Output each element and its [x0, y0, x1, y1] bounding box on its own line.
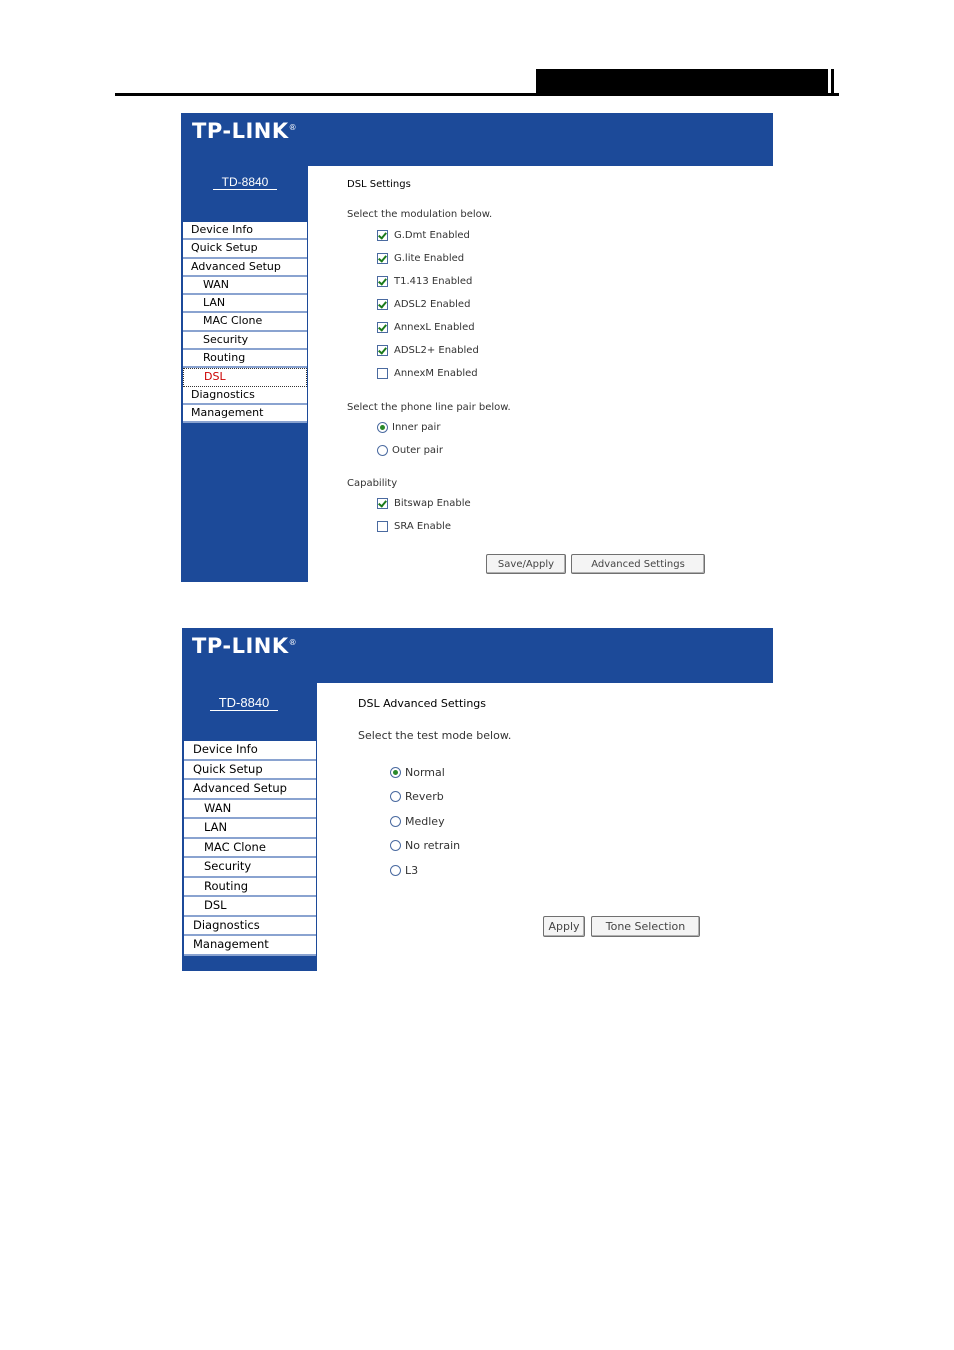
page-title: DSL Settings — [347, 179, 411, 190]
page-title: DSL Advanced Settings — [358, 697, 487, 710]
advanced-settings-button[interactable]: Advanced Settings — [571, 554, 705, 574]
modulation-option[interactable]: AnnexM Enabled — [377, 368, 478, 379]
dsl-settings-screenshot: TP-LINK® TD-8840 Device Info Quick Setup… — [181, 113, 773, 582]
tone-selection-button[interactable]: Tone Selection — [591, 916, 700, 937]
radio-button[interactable] — [390, 791, 401, 802]
radio-button[interactable] — [390, 840, 401, 851]
capability-label: Capability — [347, 478, 398, 489]
checkbox[interactable] — [377, 345, 388, 356]
modulation-option[interactable]: ADSL2 Enabled — [377, 299, 470, 310]
checkbox[interactable] — [377, 498, 388, 509]
apply-button[interactable]: Apply — [543, 916, 585, 937]
modulation-prompt: Select the modulation below. — [347, 209, 493, 220]
test-mode-option[interactable]: Reverb — [390, 790, 444, 803]
modulation-option[interactable]: G.lite Enabled — [377, 253, 464, 264]
radio-button[interactable] — [377, 445, 388, 456]
page-header-tick — [831, 69, 834, 94]
modulation-option[interactable]: G.Dmt Enabled — [377, 230, 470, 241]
test-mode-option[interactable]: Medley — [390, 815, 445, 828]
checkbox[interactable] — [377, 230, 388, 241]
checkbox[interactable] — [377, 276, 388, 287]
radio-button[interactable] — [390, 767, 401, 778]
modulation-option[interactable]: AnnexL Enabled — [377, 322, 475, 333]
capability-option[interactable]: SRA Enable — [377, 521, 451, 532]
modulation-option[interactable]: ADSL2+ Enabled — [377, 345, 479, 356]
radio-button[interactable] — [390, 865, 401, 876]
checkbox[interactable] — [377, 299, 388, 310]
test-mode-prompt: Select the test mode below. — [358, 729, 512, 742]
radio-button[interactable] — [390, 816, 401, 827]
modulation-option[interactable]: T1.413 Enabled — [377, 276, 472, 287]
content-area: DSL Settings Select the modulation below… — [181, 113, 773, 582]
radio-button[interactable] — [377, 422, 388, 433]
test-mode-option[interactable]: No retrain — [390, 839, 460, 852]
phone-pair-prompt: Select the phone line pair below. — [347, 402, 511, 413]
test-mode-option[interactable]: L3 — [390, 864, 418, 877]
page-header-bar — [536, 69, 828, 94]
save-apply-button[interactable]: Save/Apply — [486, 554, 566, 574]
checkbox[interactable] — [377, 368, 388, 379]
page-header-rule — [115, 93, 839, 96]
checkbox[interactable] — [377, 322, 388, 333]
phone-pair-option[interactable]: Outer pair — [377, 445, 443, 456]
capability-option[interactable]: Bitswap Enable — [377, 498, 471, 509]
content-area: DSL Advanced Settings Select the test mo… — [182, 628, 773, 971]
checkbox[interactable] — [377, 253, 388, 264]
dsl-advanced-settings-screenshot: TP-LINK® TD-8840 Device Info Quick Setup… — [182, 628, 773, 971]
test-mode-option[interactable]: Normal — [390, 766, 445, 779]
phone-pair-option[interactable]: Inner pair — [377, 422, 440, 433]
checkbox[interactable] — [377, 521, 388, 532]
